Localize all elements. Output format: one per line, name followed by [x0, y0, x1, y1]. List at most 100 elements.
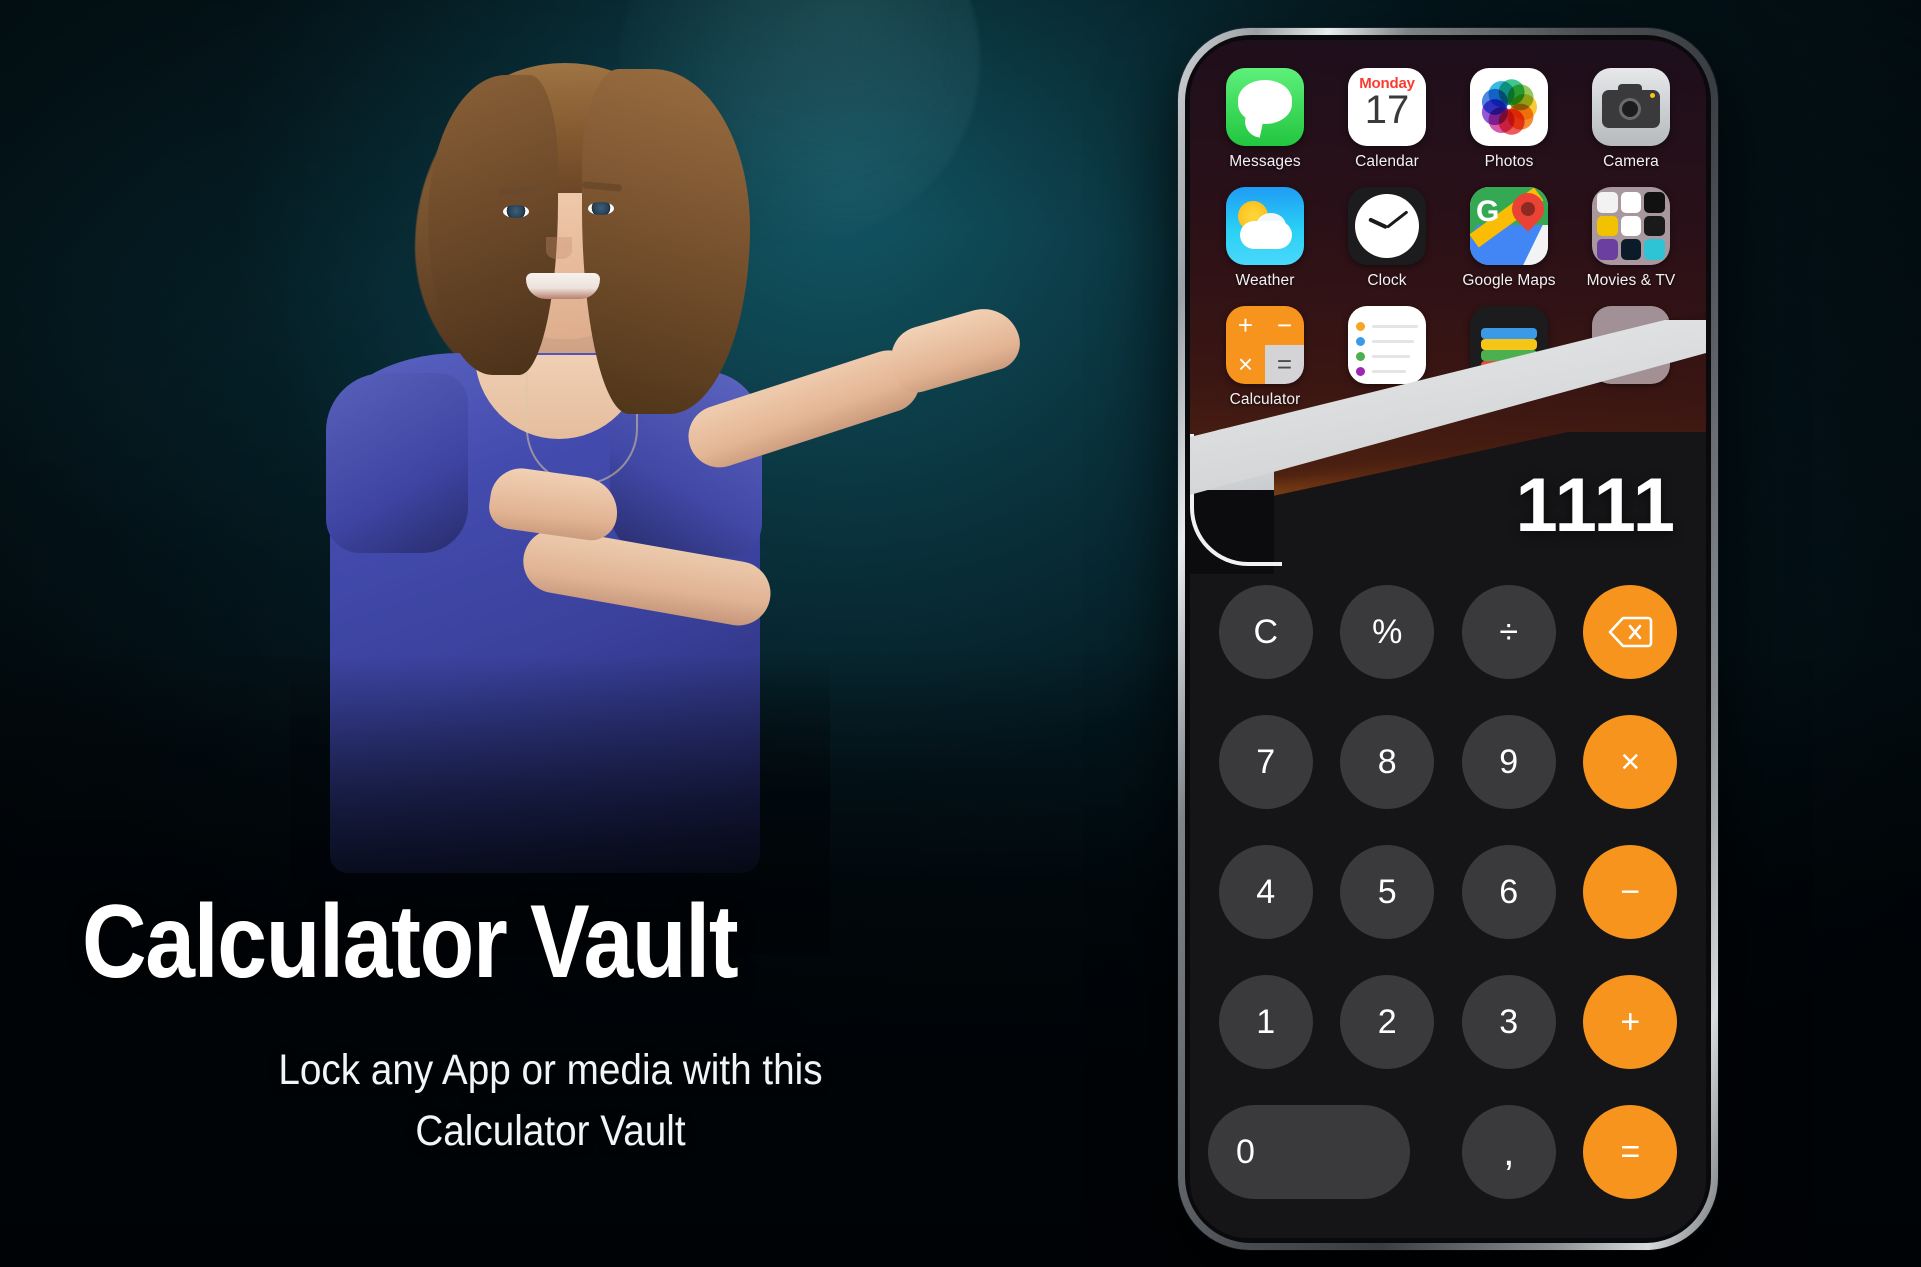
app-calendar[interactable]: Monday 17 Calendar — [1326, 68, 1448, 171]
app-google-maps[interactable]: G Google Maps — [1448, 187, 1570, 290]
calculator-keypad: C% ÷ 7 8 9 × 4 5 6 − 1 2 3 +0, = — [1208, 572, 1688, 1212]
wallet-card — [1481, 350, 1537, 361]
eye-left — [503, 205, 529, 218]
app-generic[interactable] — [1570, 306, 1692, 409]
sleeve-left — [326, 373, 468, 553]
app-label: Clock — [1367, 272, 1407, 289]
app-messages[interactable]: Messages — [1204, 68, 1326, 171]
app-label: Calendar — [1355, 153, 1419, 170]
divide-key[interactable]: ÷ — [1461, 585, 1556, 679]
digit-4-key[interactable]: 4 — [1218, 845, 1313, 939]
key-label: 9 — [1499, 742, 1519, 781]
digit-2-key[interactable]: 2 — [1340, 975, 1435, 1069]
key-label: 0 — [1236, 1132, 1255, 1171]
calculator-vault-screen: 1111 C% ÷ 7 8 9 × 4 5 6 − 1 2 3 +0, = — [1190, 432, 1706, 1238]
key-label: , — [1503, 1129, 1515, 1174]
digit-3-key[interactable]: 3 — [1461, 975, 1556, 1069]
calc-quadrant-equals: = — [1265, 345, 1304, 384]
camera-icon — [1592, 68, 1670, 146]
comma-key[interactable]: , — [1461, 1105, 1556, 1199]
page-title: Calculator Vault — [82, 884, 739, 1000]
folder-mini-icon — [1620, 192, 1642, 213]
app-label: Weather — [1235, 272, 1295, 289]
folder-mini-icon — [1644, 192, 1665, 213]
eye-right — [588, 202, 614, 215]
phone-mockup: Messages Monday 17 Calendar Photos Camer… — [1178, 28, 1718, 1250]
calc-quadrant-times: × — [1226, 345, 1265, 384]
subtitle-line-2: Calculator Vault — [415, 1107, 686, 1156]
notes-line — [1372, 340, 1414, 343]
calculator-icon: + − × = — [1226, 306, 1304, 384]
calendar-icon: Monday 17 — [1348, 68, 1426, 146]
notes-bullet — [1356, 322, 1365, 331]
calc-quadrant-minus: − — [1265, 306, 1304, 345]
google-maps-icon: G — [1470, 187, 1548, 265]
app-photos[interactable]: Photos — [1448, 68, 1570, 171]
key-label: 8 — [1377, 742, 1397, 781]
key-label: × — [1620, 742, 1641, 781]
folder-mini-icon — [1644, 239, 1665, 260]
messages-icon — [1226, 68, 1304, 146]
key-label: = — [1620, 1132, 1641, 1171]
notes-line — [1372, 355, 1410, 358]
plus-key[interactable]: + — [1583, 975, 1678, 1069]
app-label: Calculator — [1229, 391, 1301, 408]
key-label: 3 — [1499, 1002, 1519, 1041]
multiply-key[interactable]: × — [1583, 715, 1678, 809]
google-g-glyph: G — [1476, 195, 1500, 228]
weather-icon — [1226, 187, 1304, 265]
digit-9-key[interactable]: 9 — [1461, 715, 1556, 809]
generic-app-icon — [1592, 306, 1670, 384]
digit-5-key[interactable]: 5 — [1340, 845, 1435, 939]
wallet-icon — [1470, 306, 1548, 384]
app-label: Camera — [1603, 153, 1659, 170]
nose — [546, 237, 572, 259]
wallet-card — [1481, 339, 1537, 350]
promo-banner: Messages Monday 17 Calendar Photos Camer… — [0, 0, 1921, 1267]
calendar-date: 17 — [1364, 88, 1410, 132]
notes-bullet — [1356, 352, 1365, 361]
calculator-display: 1111 — [1515, 463, 1676, 548]
key-label: 5 — [1377, 872, 1397, 911]
app-label: Google Maps — [1462, 272, 1556, 289]
backspace-icon — [1608, 616, 1653, 648]
app-movies-tv-folder[interactable]: Movies & TV — [1570, 187, 1692, 290]
key-label: + — [1620, 1002, 1641, 1041]
wallet-card — [1481, 361, 1537, 372]
app-weather[interactable]: Weather — [1204, 187, 1326, 290]
calc-quadrant-plus: + — [1226, 306, 1265, 345]
digit-6-key[interactable]: 6 — [1461, 845, 1556, 939]
folder-icon — [1592, 187, 1670, 265]
minus-key[interactable]: − — [1583, 845, 1678, 939]
folder-mini-icon — [1620, 215, 1642, 237]
digit-0-key[interactable]: 0 — [1208, 1105, 1410, 1199]
app-wallet[interactable] — [1448, 306, 1570, 409]
hair-left — [428, 75, 558, 375]
equals-key[interactable]: = — [1583, 1105, 1678, 1199]
digit-1-key[interactable]: 1 — [1218, 975, 1313, 1069]
notes-bullet — [1356, 337, 1365, 346]
app-label: Photos — [1484, 153, 1534, 170]
key-label: 2 — [1377, 1002, 1397, 1041]
digit-7-key[interactable]: 7 — [1218, 715, 1313, 809]
app-label: Movies & TV — [1586, 272, 1676, 289]
app-clock[interactable]: Clock — [1326, 187, 1448, 290]
folder-mini-icon — [1597, 215, 1618, 237]
phone-screen: Messages Monday 17 Calendar Photos Camer… — [1190, 40, 1706, 1238]
clear-key[interactable]: C — [1218, 585, 1313, 679]
page-subtitle: Lock any App or media with this Calculat… — [55, 1040, 1046, 1162]
key-label: ÷ — [1499, 612, 1519, 651]
key-label: C — [1253, 612, 1279, 651]
app-calculator[interactable]: + − × = Calculator — [1204, 306, 1326, 409]
folder-mini-icon — [1597, 192, 1618, 213]
folder-mini-icon — [1597, 239, 1618, 260]
app-notes[interactable] — [1326, 306, 1448, 409]
app-camera[interactable]: Camera — [1570, 68, 1692, 171]
smiling-mouth — [526, 273, 600, 299]
digit-8-key[interactable]: 8 — [1340, 715, 1435, 809]
key-label: % — [1372, 612, 1403, 651]
key-label: 4 — [1256, 872, 1276, 911]
key-label: 7 — [1256, 742, 1276, 781]
backspace-key[interactable] — [1583, 585, 1678, 679]
percent-key[interactable]: % — [1340, 585, 1435, 679]
